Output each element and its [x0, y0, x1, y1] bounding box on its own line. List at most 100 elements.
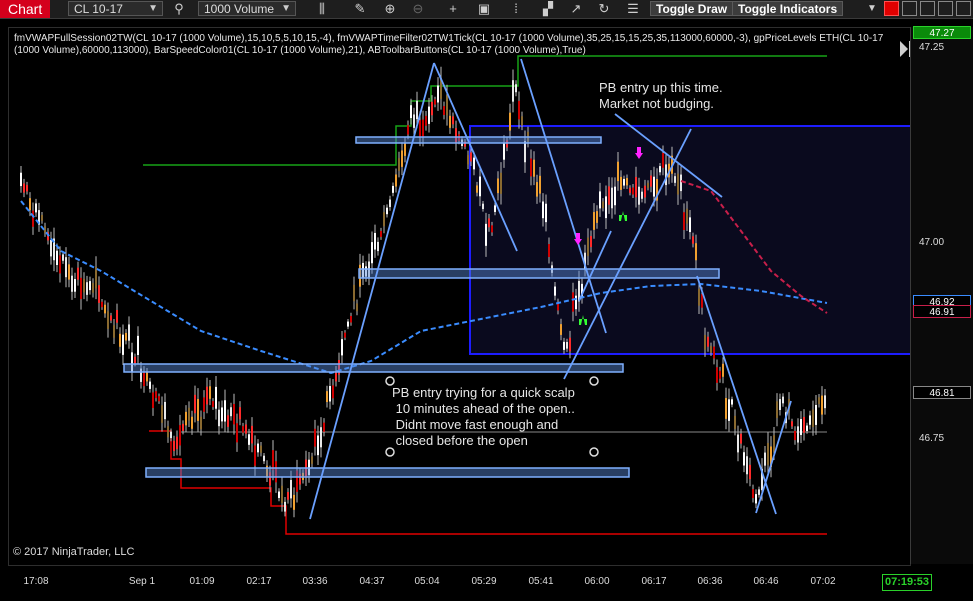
candle-body — [707, 336, 709, 347]
bar-type-selector[interactable]: 1000 Volume ▼ — [198, 1, 296, 16]
annotation-note-pb-up: PB entry up this time. Market not budgin… — [599, 80, 723, 111]
time-tick-label: 06:00 — [584, 576, 610, 587]
candle-body — [758, 489, 760, 495]
candle-body — [734, 415, 736, 429]
candle-body — [329, 386, 331, 402]
restore-button[interactable] — [938, 1, 953, 16]
candle-body — [683, 212, 685, 231]
zoom-in-icon[interactable]: ⊕ — [382, 1, 398, 17]
candle-body — [26, 185, 28, 192]
candle-body — [245, 424, 247, 434]
candle-body — [686, 208, 688, 224]
candle-body — [143, 372, 145, 387]
candle-body — [806, 425, 808, 432]
close-window-button[interactable] — [884, 1, 899, 16]
crosshair-icon[interactable]: + — [445, 1, 461, 17]
candle-body — [404, 142, 406, 156]
candle-body — [263, 455, 265, 462]
candle-body — [74, 279, 76, 292]
maximize-button[interactable] — [920, 1, 935, 16]
time-tick-label: 05:04 — [414, 576, 440, 587]
candle-body — [437, 85, 439, 103]
minimize-button[interactable] — [902, 1, 917, 16]
candle-body — [383, 212, 385, 227]
candle-body — [809, 415, 811, 425]
properties-icon[interactable]: ☰ — [625, 1, 641, 17]
time-tick-label: 01:09 — [189, 576, 215, 587]
candle-body — [596, 211, 598, 223]
candle-body — [566, 342, 568, 349]
candle-body — [524, 141, 526, 163]
candle-body — [344, 332, 346, 338]
strategies-icon[interactable]: ▞ — [540, 1, 556, 17]
price-chart-panel[interactable] — [8, 27, 930, 566]
candle-body — [488, 218, 490, 228]
reload-icon[interactable]: ↻ — [596, 1, 612, 17]
search-icon[interactable]: ⚲ — [171, 1, 187, 17]
candle-body — [41, 214, 43, 221]
candle-body — [149, 381, 151, 389]
zoom-out-icon[interactable]: ⊖ — [410, 1, 426, 17]
candle-body — [446, 95, 448, 116]
candle-body — [23, 183, 25, 193]
candle-body — [821, 395, 823, 415]
drawing-tools-icon[interactable]: ↗ — [568, 1, 584, 17]
candle-body — [161, 405, 163, 423]
candle-body — [779, 399, 781, 411]
indicators-icon[interactable]: ⁞ — [508, 1, 524, 17]
candle-body — [101, 301, 103, 308]
price-axis[interactable]: 47.25 47.00 46.75 47.27 46.92 46.91 46.8… — [910, 26, 973, 564]
time-tick-label: 03:36 — [302, 576, 328, 587]
candle-body — [80, 277, 82, 300]
candle-body — [485, 223, 487, 246]
chart-tab[interactable]: Chart — [0, 0, 50, 18]
candle-body — [752, 489, 754, 499]
chart-style-icon[interactable]: ⫼ — [314, 1, 330, 17]
candle-body — [521, 116, 523, 126]
candle-body — [728, 399, 730, 421]
pb-zone-box — [469, 125, 930, 355]
toggle-draw-button[interactable]: Toggle Draw — [650, 1, 734, 16]
candle-body — [113, 325, 115, 338]
candle-body — [86, 282, 88, 295]
candle-body — [815, 404, 817, 425]
candle-body — [62, 254, 64, 261]
time-axis[interactable]: 17:08 Sep 1 01:09 02:17 03:36 04:37 05:04 05:29… — [8, 566, 909, 601]
candle-body — [257, 443, 259, 453]
data-box-icon[interactable]: ▣ — [476, 1, 492, 17]
candle-body — [452, 116, 454, 125]
candle-body — [167, 426, 169, 438]
candle-body — [467, 155, 469, 165]
bar-type-value: 1000 Volume — [204, 2, 275, 16]
candle-body — [620, 176, 622, 190]
close-icon[interactable] — [956, 1, 971, 16]
candle-body — [476, 185, 478, 193]
candle-body — [242, 426, 244, 433]
toggle-indicators-button[interactable]: Toggle Indicators — [732, 1, 844, 16]
candle-body — [68, 264, 70, 280]
candle-body — [725, 398, 727, 419]
draw-pencil-icon[interactable]: ✎ — [352, 1, 368, 17]
annotation-handle — [589, 447, 599, 457]
candle-body — [284, 501, 286, 512]
candle-body — [248, 434, 250, 445]
candle-body — [29, 198, 31, 211]
candle-body — [203, 397, 205, 412]
time-tick-label: 05:29 — [471, 576, 497, 587]
candle-body — [98, 285, 100, 303]
candle-body — [632, 187, 634, 195]
candle-body — [542, 201, 544, 219]
instrument-selector[interactable]: CL 10-17 ▼ — [68, 1, 163, 16]
chevron-down-icon: ▼ — [281, 3, 291, 14]
menu-dropdown-icon[interactable]: ▼ — [864, 1, 880, 17]
candle-body — [185, 411, 187, 426]
candle-body — [386, 207, 388, 215]
candle-body — [227, 415, 229, 427]
candle-body — [824, 395, 826, 409]
time-tick-label: 07:02 — [810, 576, 836, 587]
candle-body — [740, 433, 742, 444]
price-level-zone — [358, 268, 720, 279]
candle-body — [482, 203, 484, 210]
candle-body — [710, 345, 712, 353]
candle-body — [194, 394, 196, 414]
